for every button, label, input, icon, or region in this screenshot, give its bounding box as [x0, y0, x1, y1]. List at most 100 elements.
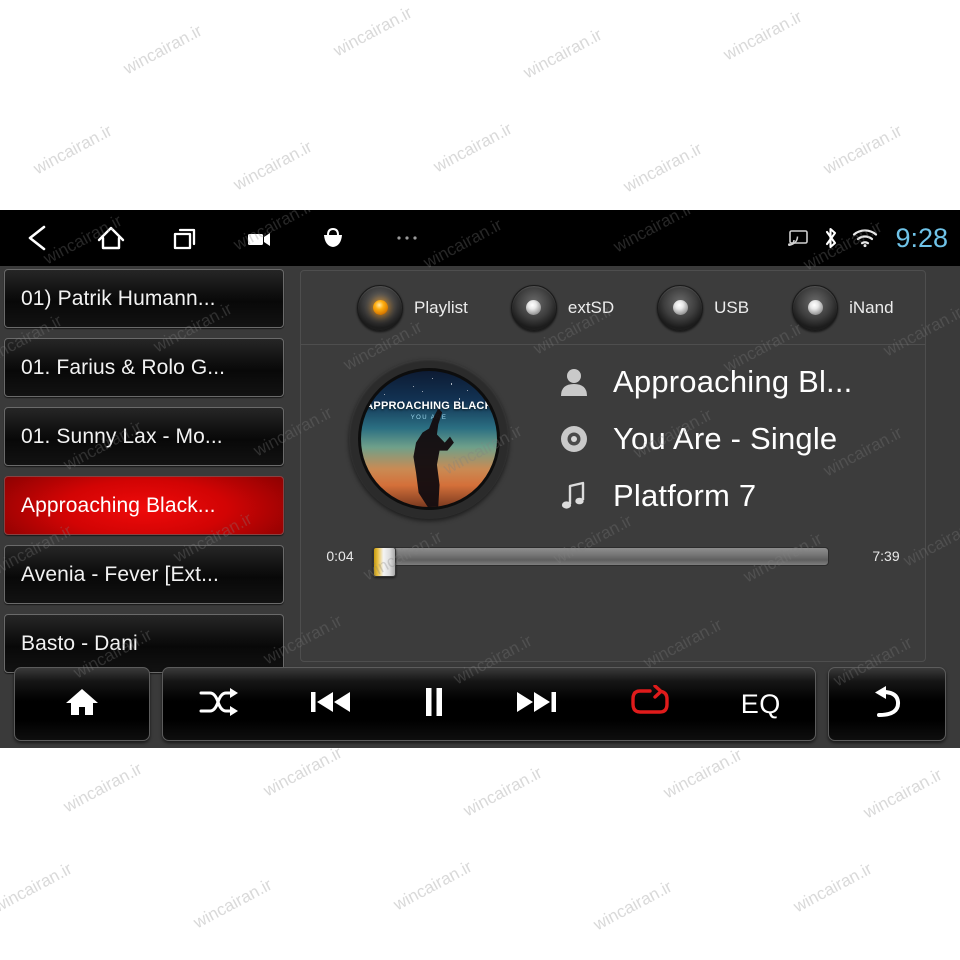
- album-name: You Are - Single: [613, 420, 838, 456]
- repeat-icon: [628, 683, 672, 724]
- watermark-text: wincairan.ir: [260, 748, 346, 801]
- watermark-text: wincairan.ir: [460, 762, 546, 821]
- android-status-bar: 9:28: [0, 210, 960, 266]
- source-option-extsd[interactable]: extSD: [510, 284, 615, 331]
- transport-button-group: EQ: [162, 667, 816, 741]
- eq-button[interactable]: EQ: [706, 668, 815, 740]
- watermark-text: wincairan.ir: [390, 856, 476, 915]
- home-button-group: [14, 667, 150, 741]
- player-panel: Playlist extSD USB iNand APPROACHING BLA…: [300, 270, 926, 662]
- source-label: USB: [714, 297, 750, 317]
- seek-slider[interactable]: [367, 546, 859, 577]
- previous-button[interactable]: [274, 668, 387, 740]
- watermark-overlay-bottom: wincairan.ir wincairan.ir wincairan.ir w…: [0, 748, 960, 960]
- track-title: 01. Sunny Lax - Mo...: [21, 424, 223, 448]
- system-status-icons: 9:28: [787, 210, 948, 266]
- track-title: Avenia - Fever [Ext...: [21, 562, 219, 586]
- source-label: Playlist: [414, 297, 468, 317]
- led-indicator-icon: [657, 284, 704, 331]
- list-item[interactable]: Avenia - Fever [Ext...: [4, 545, 284, 604]
- led-indicator-icon: [357, 284, 403, 331]
- source-option-playlist[interactable]: Playlist: [357, 284, 468, 331]
- source-label: extSD: [567, 297, 615, 317]
- home-icon[interactable]: [74, 210, 148, 266]
- track-metadata: Approaching Bl... You Are - Single Platf…: [551, 353, 921, 524]
- list-item-selected[interactable]: Approaching Black...: [4, 476, 284, 535]
- watermark-text: wincairan.ir: [60, 758, 146, 817]
- previous-icon: [308, 687, 352, 722]
- metadata-row-title: Platform 7: [551, 467, 921, 524]
- track-title: 01. Farius & Rolo G...: [21, 355, 226, 379]
- player-body: 01) Patrik Humann... 01. Farius & Rolo G…: [0, 266, 960, 748]
- back-button-group: [828, 667, 946, 741]
- shuffle-button[interactable]: [163, 668, 274, 740]
- watermark-text: wincairan.ir: [430, 118, 516, 177]
- watermark-text: wincairan.ir: [330, 2, 416, 61]
- list-item[interactable]: 01. Farius & Rolo G...: [4, 338, 284, 397]
- watermark-text: wincairan.ir: [30, 120, 116, 179]
- repeat-button[interactable]: [594, 668, 707, 740]
- back-icon[interactable]: [0, 210, 74, 266]
- watermark-text: wincairan.ir: [520, 24, 606, 83]
- more-icon[interactable]: [370, 210, 444, 266]
- watermark-text: wincairan.ir: [660, 748, 746, 803]
- person-icon: [551, 366, 597, 398]
- watermark-text: wincairan.ir: [620, 138, 706, 197]
- album-art-subtitle: YOU ARE: [410, 414, 448, 421]
- screenshot-canvas: 9:28 01) Patrik Humann... 01. Farius & R…: [0, 0, 960, 960]
- back-arrow-icon: [869, 685, 905, 724]
- watermark-overlay-top: wincairan.ir wincairan.ir wincairan.ir w…: [0, 0, 960, 212]
- list-item[interactable]: 01. Sunny Lax - Mo...: [4, 407, 284, 466]
- seek-thumb[interactable]: [373, 546, 396, 577]
- source-option-usb[interactable]: USB: [657, 284, 750, 331]
- home-button[interactable]: [15, 668, 149, 740]
- source-option-inand[interactable]: iNand: [792, 284, 894, 331]
- cast-icon: [787, 229, 809, 247]
- list-item[interactable]: 01) Patrik Humann...: [4, 269, 284, 328]
- transport-control-bar: EQ: [0, 665, 960, 743]
- song-title: Platform 7: [613, 477, 757, 513]
- music-note-icon: [551, 480, 597, 512]
- playlist-panel[interactable]: 01) Patrik Humann... 01. Farius & Rolo G…: [0, 266, 292, 673]
- watermark-text: wincairan.ir: [120, 20, 206, 79]
- watermark-text: wincairan.ir: [820, 120, 906, 179]
- watermark-text: wincairan.ir: [790, 858, 876, 917]
- watermark-text: wincairan.ir: [230, 136, 316, 195]
- home-icon: [63, 685, 101, 724]
- navigation-icon-group: [0, 210, 444, 266]
- watermark-text: wincairan.ir: [720, 6, 806, 65]
- source-label: iNand: [849, 297, 894, 317]
- artist-name: Approaching Bl...: [613, 363, 853, 399]
- track-title: Basto - Dani: [21, 631, 138, 655]
- wifi-icon: [852, 228, 878, 248]
- track-title: 01) Patrik Humann...: [21, 286, 216, 310]
- playback-progress: 0:04 7:39: [301, 539, 925, 577]
- head-unit-screen: 9:28 01) Patrik Humann... 01. Farius & R…: [0, 210, 960, 748]
- basket-icon[interactable]: [296, 210, 370, 266]
- shuffle-icon: [197, 686, 239, 723]
- metadata-row-artist: Approaching Bl...: [551, 353, 921, 410]
- watermark-text: wincairan.ir: [190, 874, 276, 933]
- camcorder-icon[interactable]: [222, 210, 296, 266]
- album-art-disc-icon: APPROACHING BLACK YOU ARE: [358, 368, 500, 510]
- album-art-title: APPROACHING BLACK: [365, 399, 493, 412]
- status-clock: 9:28: [895, 222, 948, 253]
- next-button[interactable]: [481, 668, 594, 740]
- disc-icon: [551, 424, 597, 454]
- watermark-text: wincairan.ir: [0, 858, 76, 917]
- source-selector: Playlist extSD USB iNand: [301, 271, 925, 345]
- watermark-text: wincairan.ir: [590, 876, 676, 935]
- album-art[interactable]: APPROACHING BLACK YOU ARE: [349, 359, 509, 519]
- led-indicator-icon: [510, 284, 557, 331]
- total-duration: 7:39: [872, 548, 900, 564]
- metadata-row-album: You Are - Single: [551, 410, 921, 467]
- seek-track[interactable]: [377, 546, 829, 566]
- now-playing-area: APPROACHING BLACK YOU ARE Approaching Bl…: [301, 345, 925, 585]
- next-icon: [515, 687, 559, 722]
- bluetooth-icon: [822, 226, 839, 250]
- elapsed-time: 0:04: [326, 548, 354, 564]
- watermark-text: wincairan.ir: [860, 764, 946, 823]
- recents-icon[interactable]: [148, 210, 222, 266]
- pause-button[interactable]: [386, 668, 481, 740]
- back-button[interactable]: [829, 668, 945, 740]
